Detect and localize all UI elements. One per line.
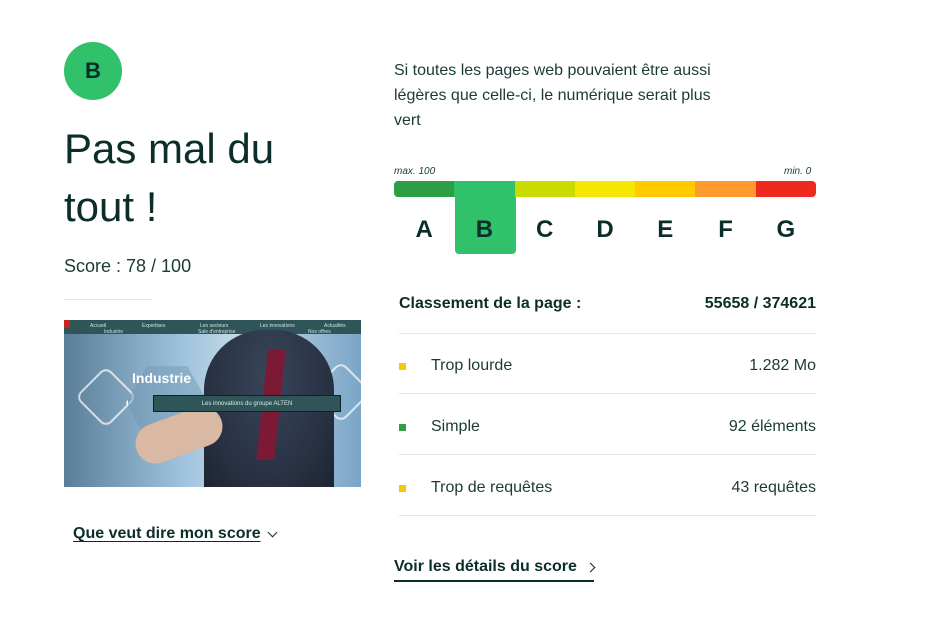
verdict-heading: Pas mal du tout !	[64, 125, 275, 230]
chevron-down-icon	[267, 527, 278, 537]
status-indicator	[399, 363, 406, 370]
metric-value: 1.282 Mo	[749, 357, 816, 374]
status-indicator	[399, 485, 406, 492]
grade-letter-d: D	[596, 216, 614, 243]
grade-letter-b: B	[475, 216, 494, 243]
metric-row: Simple 92 éléments	[399, 416, 816, 440]
scale-max-label: max. 100	[394, 166, 436, 177]
grade-badge: B	[64, 42, 122, 100]
divider	[64, 299, 152, 300]
score-meaning-label: Que veut dire mon score	[73, 525, 261, 542]
metric-value: 92 éléments	[728, 418, 816, 435]
grade-segment-b	[454, 181, 516, 197]
divider	[399, 515, 816, 516]
grade-segment-f	[695, 181, 757, 197]
grade-letter-c: C	[536, 216, 554, 243]
grade-segment-d	[574, 181, 636, 197]
metric-label: Simple	[431, 418, 480, 435]
metric-label: Trop lourde	[431, 357, 513, 374]
screenshot-logo	[64, 320, 70, 328]
screenshot-subnav-item: Nos offres	[308, 329, 331, 335]
divider	[399, 393, 816, 394]
screenshot-subnav-item: Industrie	[104, 329, 124, 335]
grade-segment-e	[635, 181, 696, 197]
grade-segment-c	[514, 181, 576, 197]
ranking-row: Classement de la page : 55658 / 374621	[399, 295, 816, 313]
tagline: Si toutes les pages web pouvaient être a…	[394, 62, 711, 129]
metric-value: 43 requêtes	[731, 479, 816, 496]
grade-scale-letters: A B C D E F G	[394, 216, 816, 246]
grade-letter-f: F	[718, 216, 733, 243]
grade-letter-a: A	[415, 216, 433, 243]
score-meaning-link[interactable]: Que veut dire mon score	[73, 525, 278, 543]
screenshot-subnav-item: Sale d'entreprise	[198, 329, 236, 335]
grade-letter-g: G	[776, 216, 796, 243]
score-details-link[interactable]: Voir les détails du score	[394, 558, 596, 582]
score-text: Score : 78 / 100	[64, 256, 192, 276]
grade-segment-g	[755, 181, 817, 197]
ranking-label: Classement de la page :	[399, 295, 582, 312]
grade-scale-bar	[394, 181, 817, 197]
screenshot-hex-shape	[74, 365, 138, 429]
screenshot-hero-title: Industrie	[132, 370, 192, 386]
grade-letter-e: E	[657, 216, 674, 243]
screenshot-nav-item: Expertises	[142, 323, 166, 329]
metric-row: Trop lourde 1.282 Mo	[399, 355, 816, 379]
score-details-label: Voir les détails du score	[394, 558, 577, 575]
status-indicator	[399, 424, 406, 431]
screenshot-nav-item: Les innovations	[260, 323, 295, 329]
divider	[399, 454, 816, 455]
metric-label: Trop de requêtes	[431, 479, 553, 496]
scale-min-label: min. 0	[784, 166, 812, 177]
page-screenshot: Accueil Expertises Les secteurs Les inno…	[64, 320, 361, 487]
metric-row: Trop de requêtes 43 requêtes	[399, 477, 816, 501]
grade-segment-a	[394, 181, 455, 197]
divider	[399, 333, 816, 334]
chevron-right-icon	[585, 562, 596, 572]
screenshot-banner: Les innovations du groupe ALTEN	[153, 395, 341, 412]
ranking-value: 55658 / 374621	[704, 295, 816, 312]
